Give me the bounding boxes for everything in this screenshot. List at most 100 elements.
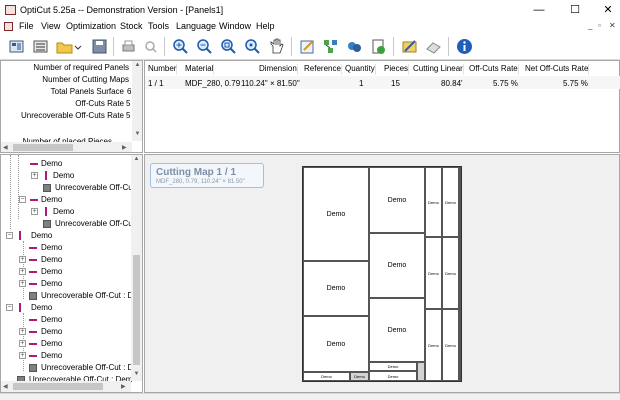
expand-icon[interactable]: + [19,328,26,335]
sheet-view-icon[interactable] [7,37,26,56]
piece[interactable]: Demo [369,167,425,233]
piece[interactable]: Demo [442,309,459,381]
column-header-cutting-linear[interactable]: Cutting Linear [413,64,464,75]
pan-hand-icon[interactable] [267,37,286,56]
tree-node-label[interactable]: Demo [41,315,62,324]
tree-node-label[interactable]: Demo [41,255,62,264]
report-icon[interactable] [424,37,443,56]
piece[interactable]: Demo [303,316,369,372]
tree-node-label[interactable]: Demo [41,351,62,360]
menu-view[interactable]: View [41,21,60,31]
scroll-thumb[interactable] [133,255,140,365]
tree-node-label[interactable]: Unrecoverable Off-Cu [55,183,133,192]
zoom-out-icon[interactable] [195,37,214,56]
list-view-icon[interactable] [31,37,50,56]
scroll-right-icon[interactable]: ▶ [122,144,127,151]
piece[interactable]: Demo [425,237,442,309]
stats-vertical-scrollbar[interactable]: ▲ ▼ [132,61,142,141]
collapse-icon[interactable]: − [19,196,26,203]
expand-icon[interactable]: + [19,268,26,275]
piece[interactable]: Demo [442,237,459,309]
piece[interactable]: Demo [425,309,442,381]
menu-language[interactable]: Language [176,21,216,31]
piece[interactable]: Demo [425,167,442,237]
save-icon[interactable] [90,37,109,56]
scroll-thumb[interactable] [13,144,73,151]
menu-help[interactable]: Help [256,21,275,31]
collapse-icon[interactable]: − [6,232,13,239]
tree-node-label[interactable]: Demo [41,159,62,168]
tree-node-label[interactable]: Demo [41,339,62,348]
mdi-close-button[interactable]: ✕ [609,21,616,30]
info-icon[interactable] [455,37,474,56]
tree-node-label[interactable]: Demo [53,171,74,180]
tree-node-label[interactable]: Demo [41,279,62,288]
scroll-down-icon[interactable]: ▼ [131,371,142,377]
stats-horizontal-scrollbar[interactable]: ◀ ▶ [1,142,132,152]
expand-icon[interactable]: + [19,340,26,347]
menu-stock[interactable]: Stock [120,21,143,31]
tree-node-label[interactable]: Demo [41,243,62,252]
optimize-icon[interactable] [321,37,340,56]
column-header-net-offcuts-rate[interactable]: Net Off-Cuts Rate [525,64,590,75]
tree-horizontal-scrollbar[interactable]: ◀ ▶ [1,381,131,392]
tree-vertical-scrollbar[interactable]: ▲ ▼ [131,155,142,381]
menu-optimization[interactable]: Optimization [66,21,116,31]
scroll-down-icon[interactable]: ▼ [132,131,142,137]
scroll-right-icon[interactable]: ▶ [121,383,126,390]
mdi-minimize-button[interactable]: _ [588,21,592,30]
piece[interactable]: Demo [369,362,417,371]
piece[interactable]: Demo [303,261,369,316]
column-header-offcuts-rate[interactable]: Off-Cuts Rate [469,64,519,75]
scroll-up-icon[interactable]: ▲ [131,156,142,162]
menu-file[interactable]: File [19,21,34,31]
open-folder-icon[interactable] [55,37,74,56]
mdi-restore-button[interactable]: ▫ [598,21,601,30]
offcut-strip[interactable] [459,167,461,381]
tree-node-label[interactable]: Demo [41,195,62,204]
menu-window[interactable]: Window [219,21,251,31]
tree-node-label[interactable]: Unrecoverable Off-Cut : D [41,363,133,372]
expand-icon[interactable]: + [19,280,26,287]
offcut[interactable]: Demo [350,372,369,381]
column-header-pieces[interactable]: Pieces [384,64,410,75]
tree-node-label[interactable]: Unrecoverable Off-Cut : D [41,291,133,300]
offcut[interactable] [417,362,425,381]
column-header-material[interactable]: Material [185,64,215,75]
edit-icon[interactable] [298,37,317,56]
piece[interactable]: Demo [303,372,350,381]
zoom-fit-icon[interactable] [219,37,238,56]
piece[interactable]: Demo [303,167,369,261]
piece[interactable]: Demo [369,371,417,381]
expand-icon[interactable]: + [19,256,26,263]
collapse-icon[interactable]: − [6,304,13,311]
piece[interactable]: Demo [442,167,459,237]
zoom-in-icon[interactable] [171,37,190,56]
parts-icon[interactable] [345,37,364,56]
expand-icon[interactable]: + [31,208,38,215]
chevron-down-icon[interactable] [74,37,82,56]
print-preview-icon[interactable] [141,37,160,56]
close-button[interactable]: ✕ [590,0,620,20]
column-header-number[interactable]: Number [148,64,178,75]
scroll-up-icon[interactable]: ▲ [132,62,142,68]
minimize-button[interactable]: — [521,0,557,20]
maximize-button[interactable]: ☐ [557,0,593,20]
zoom-window-icon[interactable] [243,37,262,56]
tree-node-label[interactable]: Demo [31,231,52,240]
tree-node-label[interactable]: Demo [41,327,62,336]
print-icon[interactable] [119,37,138,56]
column-header-quantity[interactable]: Quantity [345,64,376,75]
piece[interactable]: Demo [369,298,425,362]
scroll-left-icon[interactable]: ◀ [3,144,8,151]
tree-node-label[interactable]: Demo [31,303,52,312]
menu-tools[interactable]: Tools [148,21,169,31]
tree-node-label[interactable]: Demo [41,267,62,276]
scroll-thumb[interactable] [13,383,103,390]
expand-icon[interactable]: + [19,352,26,359]
cutting-sheet[interactable]: Demo Demo Demo Demo Demo Demo Demo Demo … [302,166,462,382]
tree-node-label[interactable]: Demo [53,207,74,216]
export-icon[interactable] [369,37,388,56]
tools-icon[interactable] [400,37,419,56]
column-header-dimension[interactable]: Dimension [259,64,298,75]
